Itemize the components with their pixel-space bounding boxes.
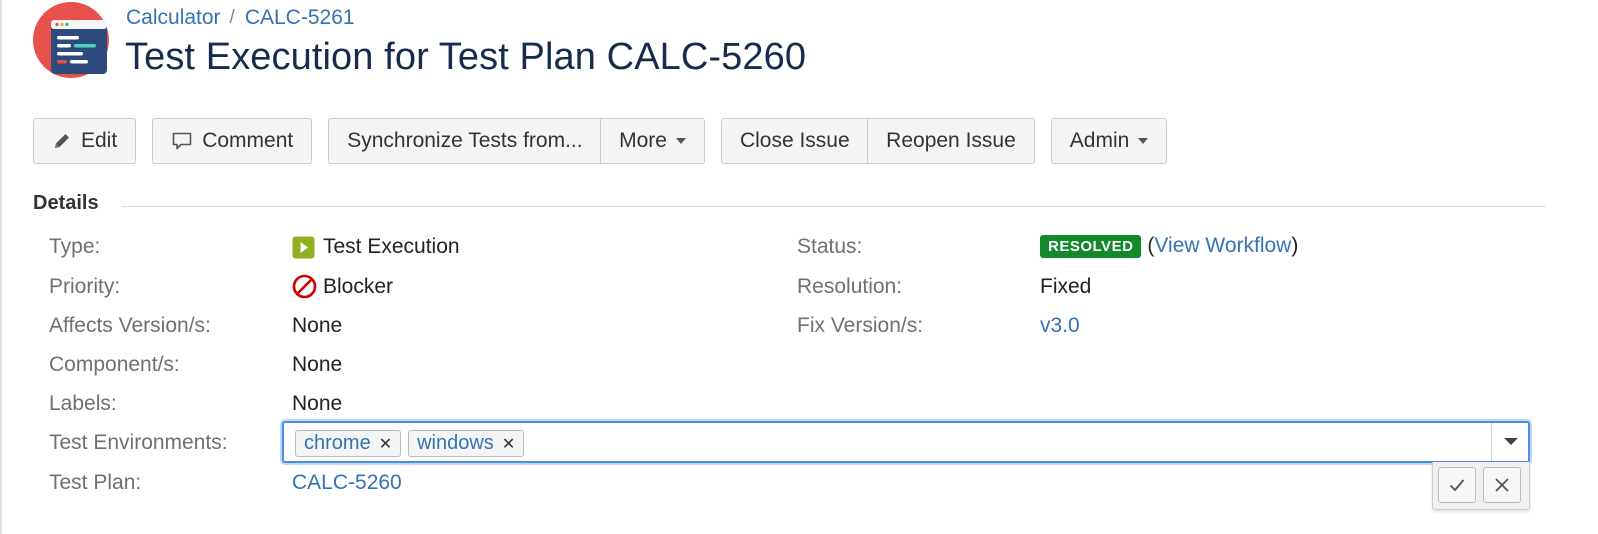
type-label: Type: <box>49 235 101 258</box>
admin-dropdown-button[interactable]: Admin <box>1050 118 1168 164</box>
speech-bubble-icon <box>171 130 193 152</box>
project-avatar-icon[interactable] <box>33 2 109 78</box>
blocker-icon <box>292 274 317 299</box>
priority-value-text: Blocker <box>323 274 394 298</box>
resolution-label: Resolution: <box>797 275 903 298</box>
comment-label: Comment <box>202 129 294 152</box>
dropdown-divider <box>1490 423 1492 461</box>
type-value-text: Test Execution <box>323 235 460 258</box>
edit-label: Edit <box>81 129 118 152</box>
chip-windows[interactable]: windows ✕ <box>408 430 525 457</box>
close-issue-label: Close Issue <box>739 129 850 152</box>
reopen-issue-label: Reopen Issue <box>886 129 1016 152</box>
test-environments-multiselect[interactable]: chrome ✕ windows ✕ <box>282 421 1530 463</box>
chip-chrome[interactable]: chrome ✕ <box>295 430 402 457</box>
labels-value[interactable]: None <box>292 392 342 416</box>
fix-version-link[interactable]: v3.0 <box>1040 314 1080 338</box>
details-divider <box>122 206 1546 207</box>
labels-label: Labels: <box>49 392 117 415</box>
breadcrumb-project-link[interactable]: Calculator <box>126 6 221 30</box>
more-label: More <box>619 129 667 152</box>
workflow-group: Close Issue Reopen Issue <box>720 118 1035 164</box>
inline-edit-actions <box>1432 462 1530 510</box>
view-workflow-link[interactable]: View Workflow <box>1154 234 1291 258</box>
admin-label: Admin <box>1069 129 1130 152</box>
chip-list: chrome ✕ windows ✕ <box>295 430 531 457</box>
pencil-icon <box>52 131 72 151</box>
chevron-down-icon <box>675 138 686 144</box>
components-label: Component/s: <box>49 353 180 376</box>
test-execution-icon <box>292 236 315 259</box>
resolution-value: Fixed <box>1040 275 1092 298</box>
components-value[interactable]: None <box>292 353 342 377</box>
page-title: Test Execution for Test Plan CALC-5260 <box>125 36 807 78</box>
breadcrumb-issue-link[interactable]: CALC-5261 <box>245 6 355 30</box>
chevron-down-icon <box>1138 138 1149 144</box>
page-left-border <box>0 0 2 534</box>
test-plan-value: CALC-5260 <box>292 471 402 495</box>
close-icon <box>1495 478 1509 492</box>
synchronize-tests-label: Synchronize Tests from... <box>347 129 583 152</box>
fix-versions-value: v3.0 <box>1040 314 1080 338</box>
test-environments-label: Test Environments: <box>49 431 228 454</box>
test-plan-label: Test Plan: <box>49 471 142 494</box>
checkmark-icon <box>1449 479 1465 492</box>
remove-chip-icon[interactable]: ✕ <box>379 434 392 454</box>
breadcrumb-separator: / <box>229 7 235 28</box>
details-heading[interactable]: Details <box>33 192 99 215</box>
fix-versions-label: Fix Version/s: <box>797 314 924 337</box>
status-label: Status: <box>797 235 863 258</box>
priority-value: Blocker <box>292 274 393 299</box>
chip-label: windows <box>417 432 494 454</box>
close-issue-button[interactable]: Close Issue <box>720 118 869 164</box>
chip-label: chrome <box>304 432 371 454</box>
type-value: Test Execution <box>292 235 460 259</box>
paren-close: ) <box>1291 234 1299 257</box>
issue-toolbar: Edit Comment Synchronize Tests from... M… <box>33 118 1183 164</box>
affects-versions-label: Affects Version/s: <box>49 314 211 337</box>
chevron-down-icon[interactable] <box>1504 438 1518 445</box>
edit-group: Edit <box>33 118 137 164</box>
status-value: RESOLVED ( View Workflow ) <box>1040 234 1298 258</box>
breadcrumb: Calculator / CALC-5261 <box>126 6 355 30</box>
sync-more-group: Synchronize Tests from... More <box>328 118 705 164</box>
status-badge: RESOLVED <box>1040 234 1142 258</box>
synchronize-tests-button[interactable]: Synchronize Tests from... <box>328 118 602 164</box>
remove-chip-icon[interactable]: ✕ <box>502 434 515 454</box>
admin-group: Admin <box>1050 118 1168 164</box>
test-plan-link[interactable]: CALC-5260 <box>292 471 402 495</box>
save-button[interactable] <box>1438 467 1476 503</box>
cancel-button[interactable] <box>1483 467 1521 503</box>
affects-versions-value[interactable]: None <box>292 314 342 338</box>
comment-group: Comment <box>152 118 313 164</box>
paren-open: ( <box>1147 234 1155 257</box>
comment-button[interactable]: Comment <box>152 118 313 164</box>
reopen-issue-button[interactable]: Reopen Issue <box>867 118 1035 164</box>
priority-label: Priority: <box>49 275 121 298</box>
edit-button[interactable]: Edit <box>33 118 137 164</box>
more-dropdown-button[interactable]: More <box>600 118 705 164</box>
